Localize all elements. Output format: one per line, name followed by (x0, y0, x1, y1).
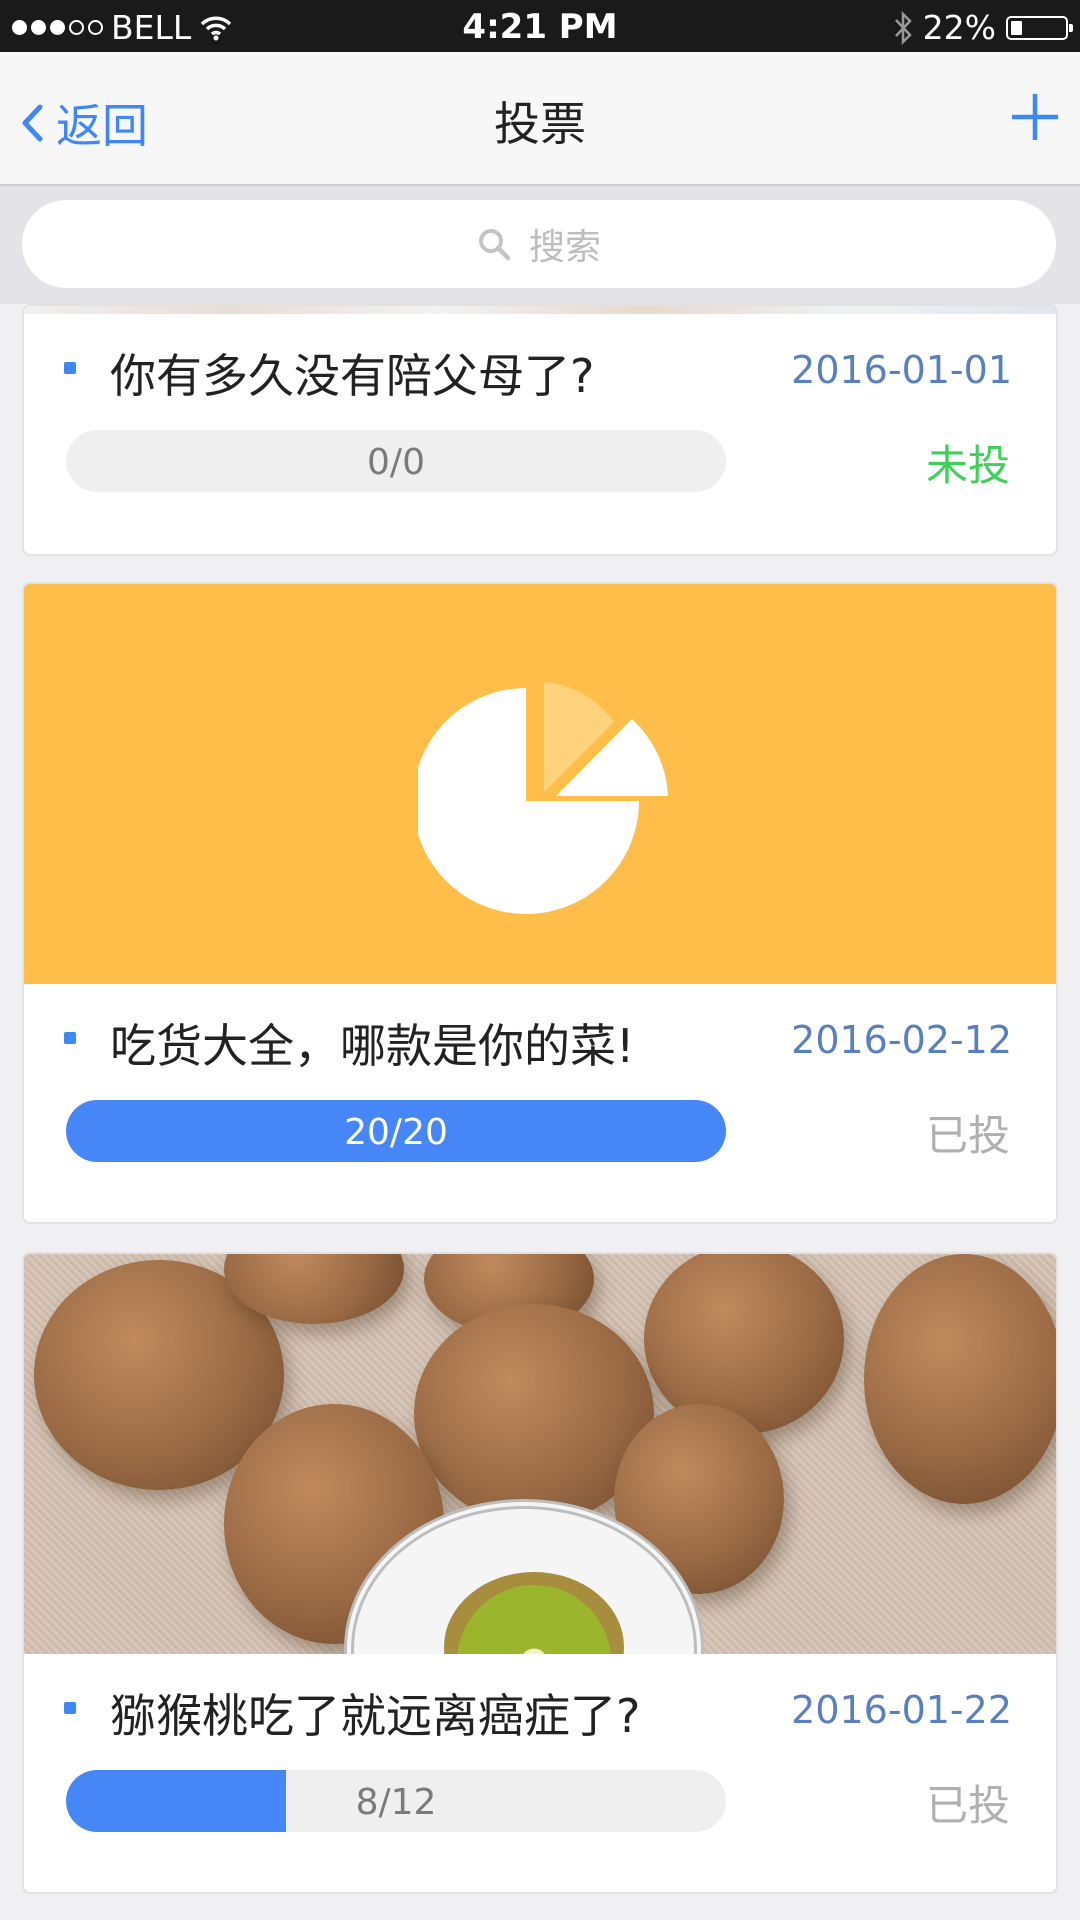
vote-status: 已投 (925, 1781, 1010, 1830)
search-icon (478, 229, 511, 261)
bullet-icon (64, 1702, 76, 1714)
status-bar: BELL 4:21 PM 22% (0, 0, 1080, 52)
battery-percent: 22% (922, 8, 996, 47)
search-placeholder: 搜索 (528, 227, 601, 268)
vote-status: 未投 (925, 441, 1010, 490)
poll-cover-image (24, 584, 1056, 984)
poll-card[interactable]: 你有多久没有陪父母了? 2016-01-01 0/0 未投 (22, 304, 1058, 556)
bluetooth-icon (894, 10, 912, 45)
vote-progress-bar: 0/0 (66, 430, 726, 492)
vote-progress-label: 8/12 (355, 1782, 437, 1823)
vote-status: 已投 (925, 1111, 1010, 1160)
add-button[interactable] (1010, 92, 1060, 146)
search-area: 搜索 (0, 186, 1080, 304)
navigation-bar: 返回 投票 (0, 52, 1080, 186)
poll-title: 吃货大全，哪款是你的菜! (110, 1019, 635, 1073)
page-title: 投票 (494, 97, 586, 151)
vote-progress-label: 0/0 (367, 442, 425, 483)
poll-card[interactable]: 吃货大全，哪款是你的菜! 2016-02-12 20/20 已投 (22, 582, 1058, 1224)
poll-date: 2016-02-12 (791, 1018, 1012, 1062)
battery-icon (1006, 15, 1073, 40)
plus-icon (1012, 94, 1058, 140)
vote-progress-label: 20/20 (344, 1112, 448, 1153)
poll-card[interactable]: 猕猴桃吃了就远离癌症了? 2016-01-22 8/12 已投 (22, 1252, 1058, 1894)
search-input[interactable]: 搜索 (22, 200, 1056, 288)
poll-date: 2016-01-01 (791, 348, 1012, 392)
poll-cover-image (24, 306, 1056, 314)
vote-progress-bar: 20/20 (66, 1100, 726, 1162)
bullet-icon (64, 1032, 76, 1044)
vote-progress-bar: 8/12 (66, 1770, 726, 1832)
bullet-icon (64, 362, 76, 374)
poll-cover-image (24, 1254, 1056, 1654)
pie-chart-icon (418, 682, 668, 914)
poll-date: 2016-01-22 (791, 1688, 1012, 1732)
poll-title: 猕猴桃吃了就远离癌症了? (110, 1689, 641, 1743)
poll-title: 你有多久没有陪父母了? (110, 349, 595, 403)
